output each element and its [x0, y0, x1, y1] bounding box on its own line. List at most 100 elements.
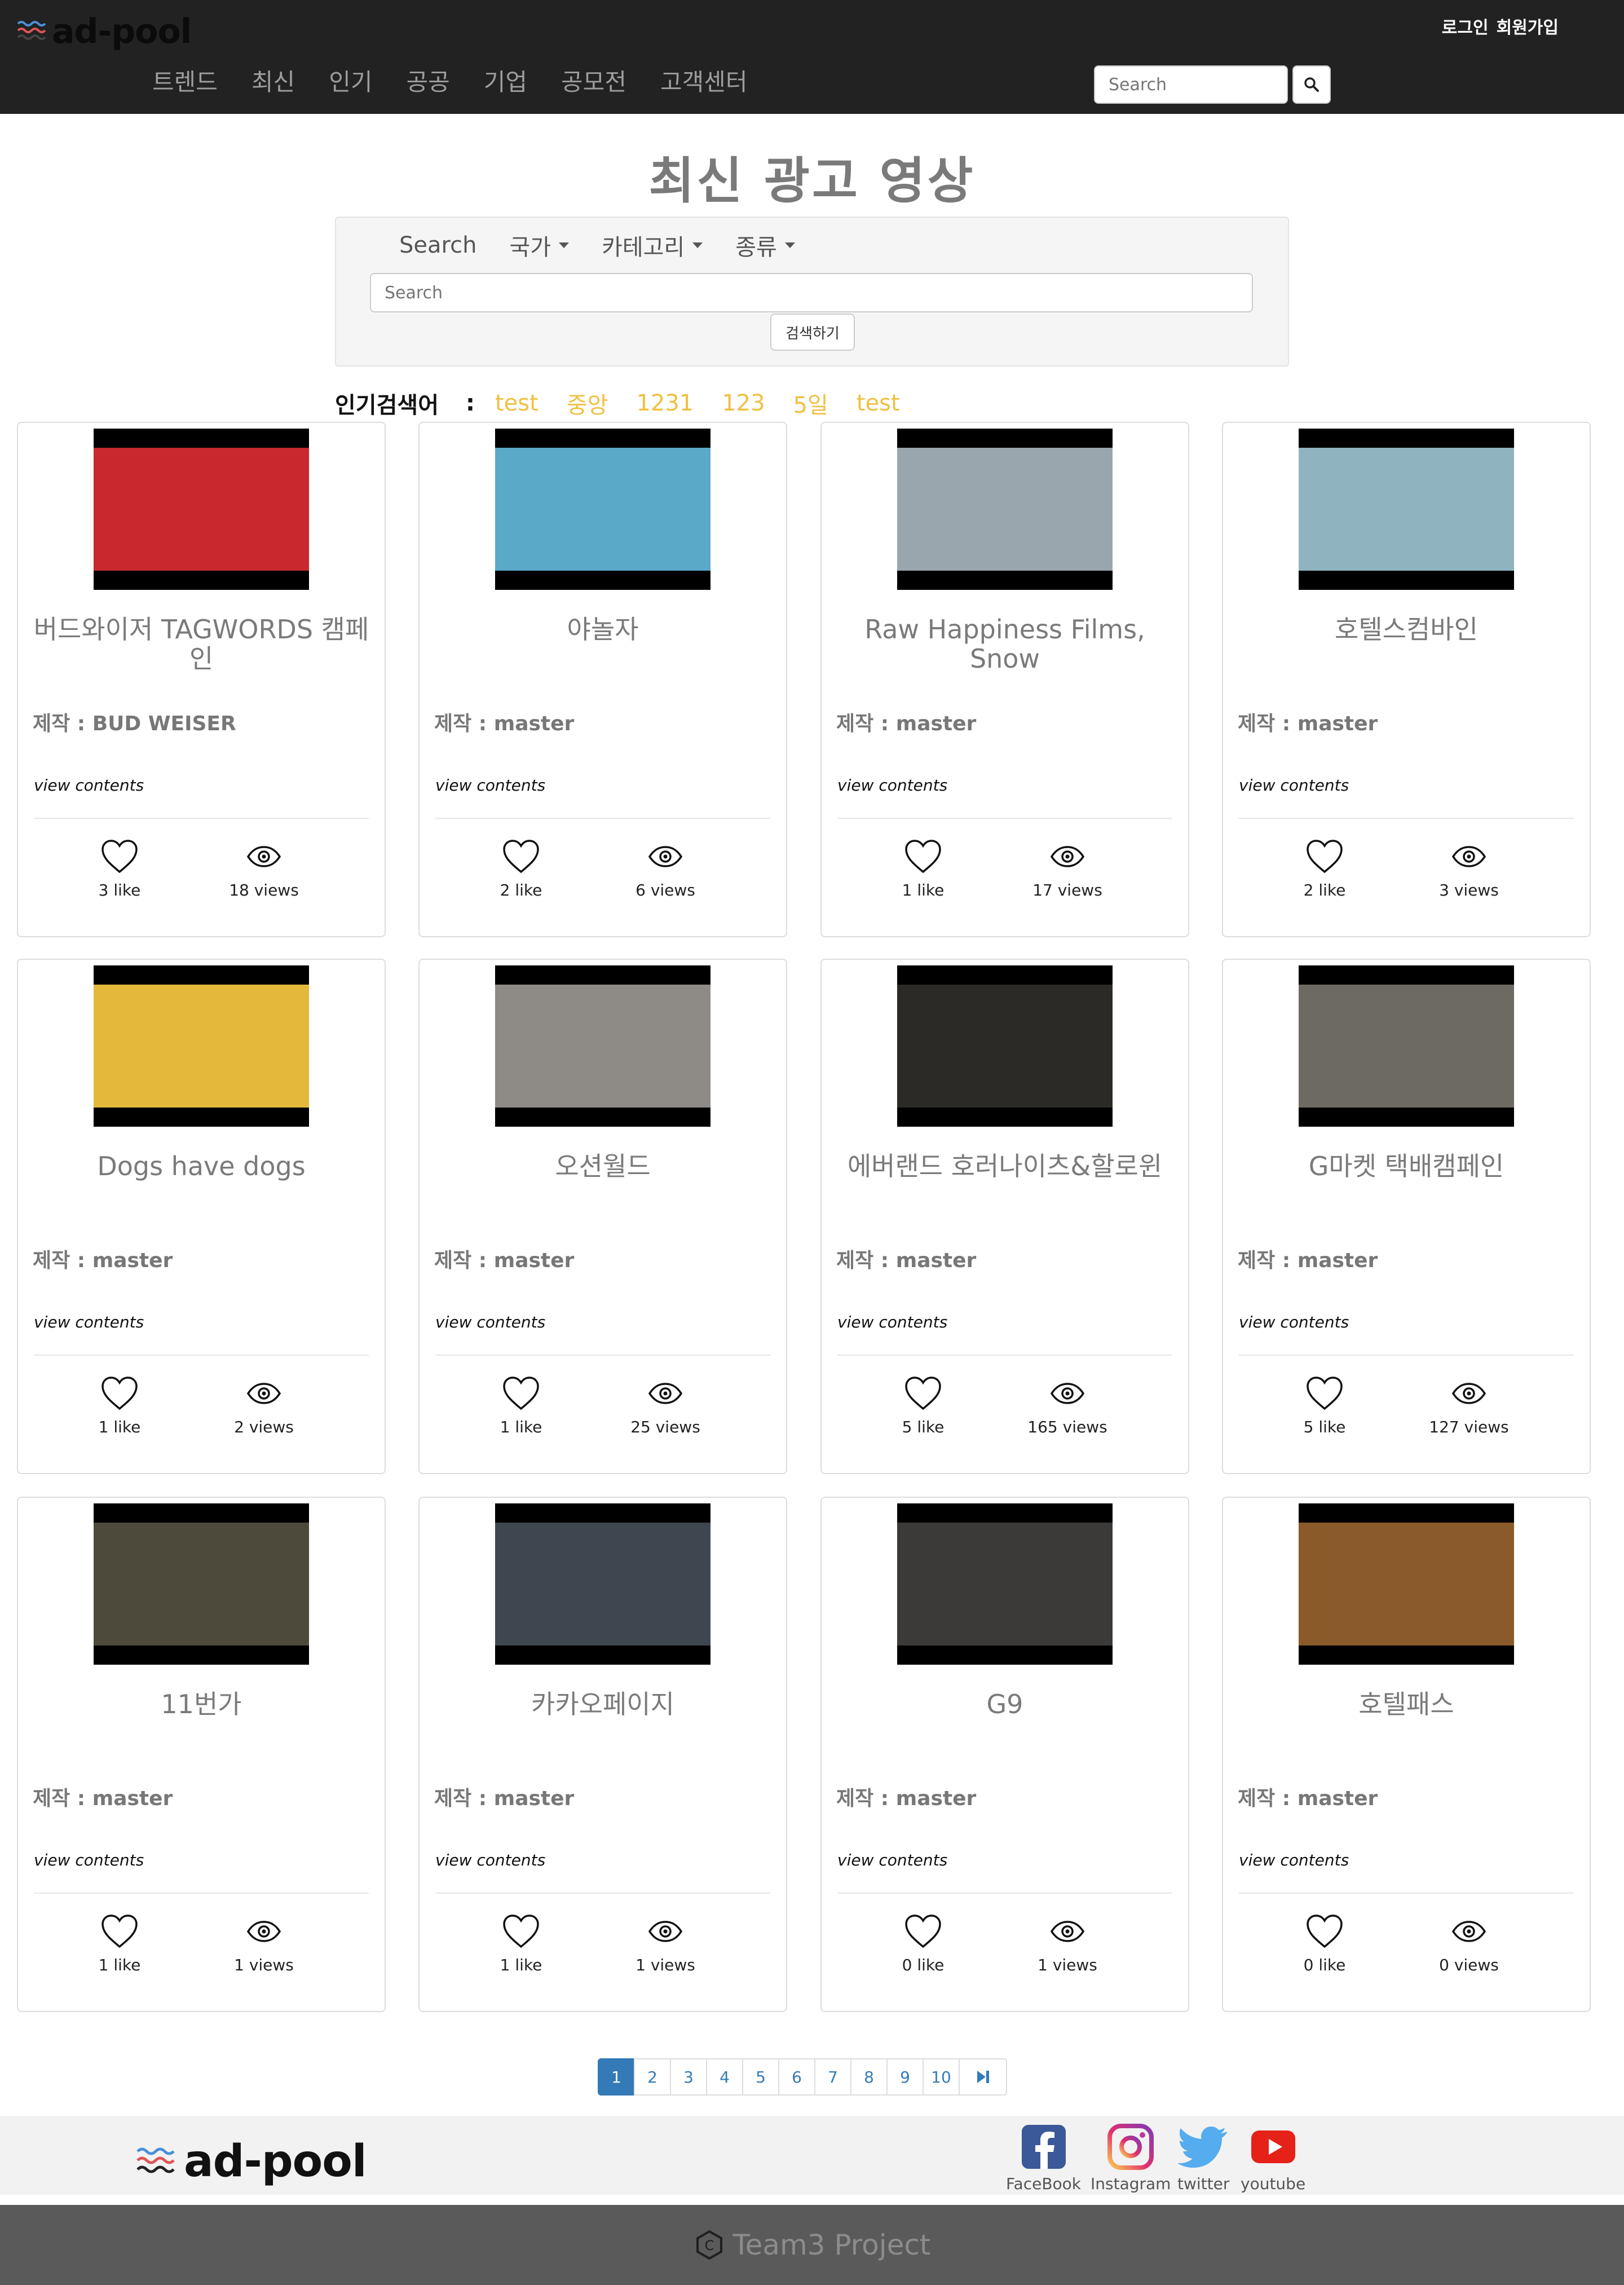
page-3-button[interactable]: 3: [670, 2058, 707, 2096]
video-thumbnail[interactable]: [495, 1503, 710, 1665]
video-thumbnail[interactable]: [897, 1503, 1113, 1665]
facebook-link[interactable]: FaceBook: [1006, 2124, 1081, 2193]
nav-item-company[interactable]: 기업: [484, 65, 527, 99]
like-button[interactable]: 1 like: [850, 838, 996, 899]
card-title[interactable]: Dogs have dogs: [29, 1152, 373, 1181]
twitter-link[interactable]: twitter: [1177, 2124, 1229, 2193]
card-title[interactable]: Raw Happiness Films, Snow: [833, 615, 1177, 673]
nav-item-popular[interactable]: 인기: [329, 65, 372, 99]
like-button[interactable]: 5 like: [850, 1375, 996, 1436]
video-card[interactable]: 호텔스컴바인 제작 : master view contents 2 like 3 vi…: [1222, 422, 1591, 937]
like-button[interactable]: 1 like: [448, 1913, 594, 1974]
card-title[interactable]: 버드와이저 TAGWORDS 캠페인: [29, 615, 373, 673]
video-card[interactable]: 11번가 제작 : master view contents 1 like 1 view…: [17, 1497, 386, 2012]
page-6-button[interactable]: 6: [778, 2058, 815, 2096]
eye-icon: [648, 1383, 683, 1404]
card-title[interactable]: 호텔패스: [1234, 1690, 1578, 1719]
popular-keyword[interactable]: test: [495, 390, 539, 416]
video-card[interactable]: 호텔패스 제작 : master view contents 0 like 0 view…: [1222, 1497, 1591, 2012]
view-contents-link[interactable]: view contents: [837, 1851, 947, 1869]
card-title[interactable]: 호텔스컴바인: [1234, 615, 1578, 644]
view-contents-link[interactable]: view contents: [1239, 1851, 1349, 1869]
view-contents-link[interactable]: view contents: [837, 1313, 947, 1331]
nav-item-latest[interactable]: 최신: [251, 65, 295, 99]
like-button[interactable]: 3 like: [46, 838, 193, 899]
view-contents-link[interactable]: view contents: [34, 776, 144, 795]
video-thumbnail[interactable]: [495, 429, 710, 590]
page-2-button[interactable]: 2: [634, 2058, 671, 2096]
video-thumbnail[interactable]: [897, 429, 1113, 590]
page-8-button[interactable]: 8: [850, 2058, 888, 2096]
login-link[interactable]: 로그인: [1442, 14, 1489, 38]
video-card[interactable]: Dogs have dogs 제작 : master view contents 1 …: [17, 959, 386, 1474]
last-page-button[interactable]: [959, 2058, 1007, 2096]
video-card[interactable]: Raw Happiness Films, Snow 제작 : master view…: [820, 422, 1189, 937]
card-title[interactable]: 야놀자: [431, 615, 775, 644]
view-contents-link[interactable]: view contents: [1239, 1313, 1349, 1331]
video-card[interactable]: 야놀자 제작 : master view contents 2 like 6 views: [418, 422, 787, 937]
like-button[interactable]: 2 like: [448, 838, 594, 899]
video-thumbnail[interactable]: [495, 965, 710, 1127]
card-title[interactable]: G마켓 택배캠페인: [1234, 1152, 1578, 1181]
popular-keyword[interactable]: test: [857, 390, 900, 416]
header-search-button[interactable]: [1292, 65, 1331, 104]
page-7-button[interactable]: 7: [814, 2058, 851, 2096]
video-thumbnail[interactable]: [1299, 965, 1514, 1127]
brand-logo[interactable]: ad-pool: [17, 9, 192, 54]
popular-keyword[interactable]: 5일: [793, 387, 828, 420]
footer-logo[interactable]: ad-pool: [136, 2136, 367, 2187]
view-contents-link[interactable]: view contents: [837, 776, 947, 795]
like-button[interactable]: 1 like: [46, 1375, 193, 1436]
view-contents-link[interactable]: view contents: [34, 1313, 144, 1331]
video-card[interactable]: 카카오페이지 제작 : master view contents 1 like 1 vi…: [418, 1497, 787, 2012]
view-contents-link[interactable]: view contents: [1239, 776, 1349, 795]
view-contents-link[interactable]: view contents: [34, 1851, 144, 1869]
page-4-button[interactable]: 4: [706, 2058, 743, 2096]
youtube-link[interactable]: youtube: [1241, 2124, 1305, 2193]
page-1-button[interactable]: 1: [598, 2058, 635, 2096]
card-title[interactable]: 카카오페이지: [431, 1690, 775, 1719]
video-card[interactable]: G9 제작 : master view contents 0 like 1 views: [820, 1497, 1189, 2012]
like-button[interactable]: 2 like: [1251, 838, 1398, 899]
video-thumbnail[interactable]: [1299, 1503, 1514, 1665]
search-submit-button[interactable]: 검색하기: [770, 314, 855, 351]
like-button[interactable]: 0 like: [1251, 1913, 1398, 1974]
ad-search-input[interactable]: [370, 273, 1253, 312]
like-button[interactable]: 5 like: [1251, 1375, 1398, 1436]
video-card[interactable]: 오션월드 제작 : master view contents 1 like 25 vie…: [418, 959, 787, 1474]
type-dropdown[interactable]: 종류: [735, 229, 795, 262]
instagram-link[interactable]: Instagram: [1091, 2124, 1171, 2193]
card-title[interactable]: 에버랜드 호러나이츠&할로윈: [833, 1152, 1177, 1181]
video-thumbnail[interactable]: [94, 429, 309, 590]
page-9-button[interactable]: 9: [886, 2058, 924, 2096]
like-button[interactable]: 1 like: [46, 1913, 193, 1974]
page-10-button[interactable]: 10: [923, 2058, 960, 2096]
nav-item-public[interactable]: 공공: [406, 65, 449, 99]
page-5-button[interactable]: 5: [742, 2058, 779, 2096]
card-title[interactable]: 오션월드: [431, 1152, 775, 1181]
video-card[interactable]: G마켓 택배캠페인 제작 : master view contents 5 like 1…: [1222, 959, 1591, 1474]
video-card[interactable]: 에버랜드 호러나이츠&할로윈 제작 : master view contents 5 …: [820, 959, 1189, 1474]
popular-keyword[interactable]: 중앙: [567, 387, 608, 420]
video-thumbnail[interactable]: [94, 1503, 309, 1665]
nav-item-contest[interactable]: 공모전: [561, 65, 626, 99]
like-button[interactable]: 1 like: [448, 1375, 594, 1436]
category-dropdown[interactable]: 카테고리: [602, 229, 703, 262]
nav-item-support[interactable]: 고객센터: [660, 65, 748, 99]
video-thumbnail[interactable]: [1299, 429, 1514, 590]
card-title[interactable]: 11번가: [29, 1690, 373, 1719]
video-card[interactable]: 버드와이저 TAGWORDS 캠페인 제작 : BUD WEISER view co…: [17, 422, 386, 937]
signup-link[interactable]: 회원가입: [1497, 14, 1559, 38]
card-title[interactable]: G9: [833, 1690, 1177, 1719]
header-search-input[interactable]: [1094, 65, 1288, 104]
country-dropdown[interactable]: 국가: [509, 229, 570, 262]
nav-item-trend[interactable]: 트렌드: [152, 65, 218, 99]
video-thumbnail[interactable]: [897, 965, 1113, 1127]
like-button[interactable]: 0 like: [850, 1913, 996, 1974]
view-contents-link[interactable]: view contents: [435, 1851, 545, 1869]
video-thumbnail[interactable]: [94, 965, 309, 1127]
view-contents-link[interactable]: view contents: [435, 1313, 545, 1331]
view-contents-link[interactable]: view contents: [435, 776, 545, 795]
popular-keyword[interactable]: 1231: [636, 390, 694, 416]
popular-keyword[interactable]: 123: [722, 390, 765, 416]
